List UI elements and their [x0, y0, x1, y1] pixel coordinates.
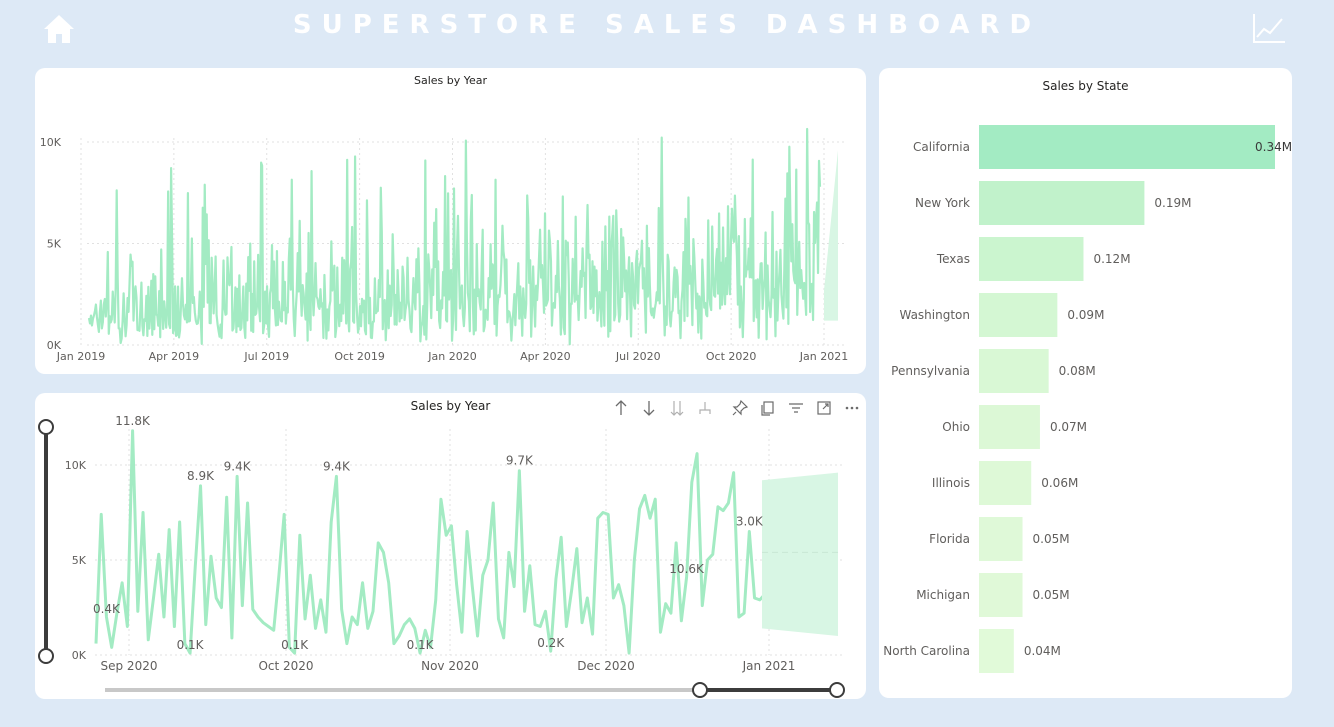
y-tick-label: 0K [72, 649, 87, 662]
forecast-band [824, 150, 838, 321]
copy-icon[interactable] [758, 398, 778, 418]
data-label: 8.9K [187, 469, 215, 483]
bar [979, 405, 1040, 449]
sales-by-state-chart: California 0.34M New York 0.19M Texas 0.12M Wa… [883, 125, 1292, 673]
category-label: North Carolina [883, 644, 970, 658]
sales-line [87, 127, 822, 346]
bar [979, 125, 1275, 169]
data-label: 0.1K [177, 638, 205, 652]
data-label: 0.04M [1024, 644, 1061, 658]
data-label: 0.1K [281, 638, 309, 652]
data-label: 0.19M [1154, 196, 1191, 210]
pin-icon[interactable] [730, 398, 750, 418]
forecast-band [762, 472, 838, 636]
x-tick-label: Oct 2020 [706, 350, 757, 363]
x-tick-label: Oct 2020 [258, 659, 313, 673]
data-label: 0.34M [1255, 140, 1292, 154]
bar [979, 349, 1049, 393]
more-options-icon[interactable] [842, 398, 862, 418]
bar [979, 461, 1032, 505]
data-label: 0.1K [407, 638, 435, 652]
data-label: 0.05M [1033, 532, 1070, 546]
arrow-down-icon[interactable] [639, 398, 659, 418]
data-label: 9.4K [323, 459, 351, 473]
expand-hierarchy-icon[interactable] [695, 398, 715, 418]
x-tick-label: Jan 2019 [56, 350, 105, 363]
x-tick-label: Jan 2021 [799, 350, 848, 363]
y-tick-label: 10K [40, 136, 62, 149]
x-tick-label: Jul 2019 [243, 350, 289, 363]
x-tick-label: Nov 2020 [421, 659, 479, 673]
dashboard-title: SUPERSTORE SALES DASHBOARD [292, 10, 1042, 40]
x-tick-label: Dec 2020 [577, 659, 635, 673]
data-label: 0.4K [93, 602, 121, 616]
data-label: 9.7K [506, 454, 534, 468]
sales-by-year-detail-chart: 0K 5K 10K Sep 2020 Oct 2020 Nov 2020 Dec 2020 J… [65, 414, 845, 673]
category-label: Washington [899, 308, 970, 322]
data-label: 0.07M [1050, 420, 1087, 434]
data-label: 3.0K [736, 515, 764, 529]
x-tick-label: Jan 2021 [742, 659, 796, 673]
bar [979, 293, 1058, 337]
x-tick-label: Jan 2020 [427, 350, 476, 363]
x-tick-label: Jul 2020 [615, 350, 661, 363]
category-label: Pennsylvania [891, 364, 970, 378]
bar [979, 181, 1145, 225]
category-label: Illinois [932, 476, 970, 490]
category-label: California [913, 140, 970, 154]
x-tick-label: Apr 2019 [149, 350, 200, 363]
bar [979, 629, 1014, 673]
arrow-up-icon[interactable] [611, 398, 631, 418]
category-label: Florida [929, 532, 970, 546]
data-label: 10.6K [669, 562, 705, 576]
category-label: Ohio [942, 420, 970, 434]
sales-by-year-chart-card[interactable]: Sales by Year 0K 5K 10K Jan 2019 Apr 2019 Jul… [35, 68, 866, 374]
y-tick-label: 5K [47, 238, 62, 251]
x-tick-label: Apr 2020 [520, 350, 571, 363]
data-label: 0.2K [537, 636, 565, 650]
double-arrow-down-icon[interactable] [667, 398, 687, 418]
bar [979, 237, 1084, 281]
filter-icon[interactable] [786, 398, 806, 418]
data-label: 0.05M [1033, 588, 1070, 602]
data-label: 0.06M [1041, 476, 1078, 490]
y-tick-label: 10K [65, 459, 87, 472]
focus-mode-icon[interactable] [814, 398, 834, 418]
x-tick-label: Sep 2020 [101, 659, 158, 673]
sales-by-state-card[interactable]: Sales by State California 0.34M New York 0.… [879, 68, 1292, 698]
sales-by-year-detail-card[interactable]: Sales by Year 0K 5K 10K Sep 2020 Oct 2020 Nov… [35, 393, 866, 699]
category-label: Texas [936, 252, 970, 266]
data-label: 9.4K [224, 459, 252, 473]
y-tick-label: 5K [72, 554, 87, 567]
line-chart-icon[interactable] [1252, 12, 1286, 44]
sales-by-year-chart: 0K5K10KJan 2019 Apr 2019 Jul 2019 Oct 2019 J… [40, 127, 848, 363]
sales-line [94, 429, 767, 655]
category-label: New York [915, 196, 970, 210]
x-tick-label: Oct 2019 [334, 350, 385, 363]
data-label: 0.12M [1093, 252, 1130, 266]
category-label: Michigan [916, 588, 970, 602]
data-label: 11.8K [115, 414, 151, 428]
bar [979, 573, 1023, 617]
data-label: 0.08M [1059, 364, 1096, 378]
bar [979, 517, 1023, 561]
data-label: 0.09M [1067, 308, 1104, 322]
